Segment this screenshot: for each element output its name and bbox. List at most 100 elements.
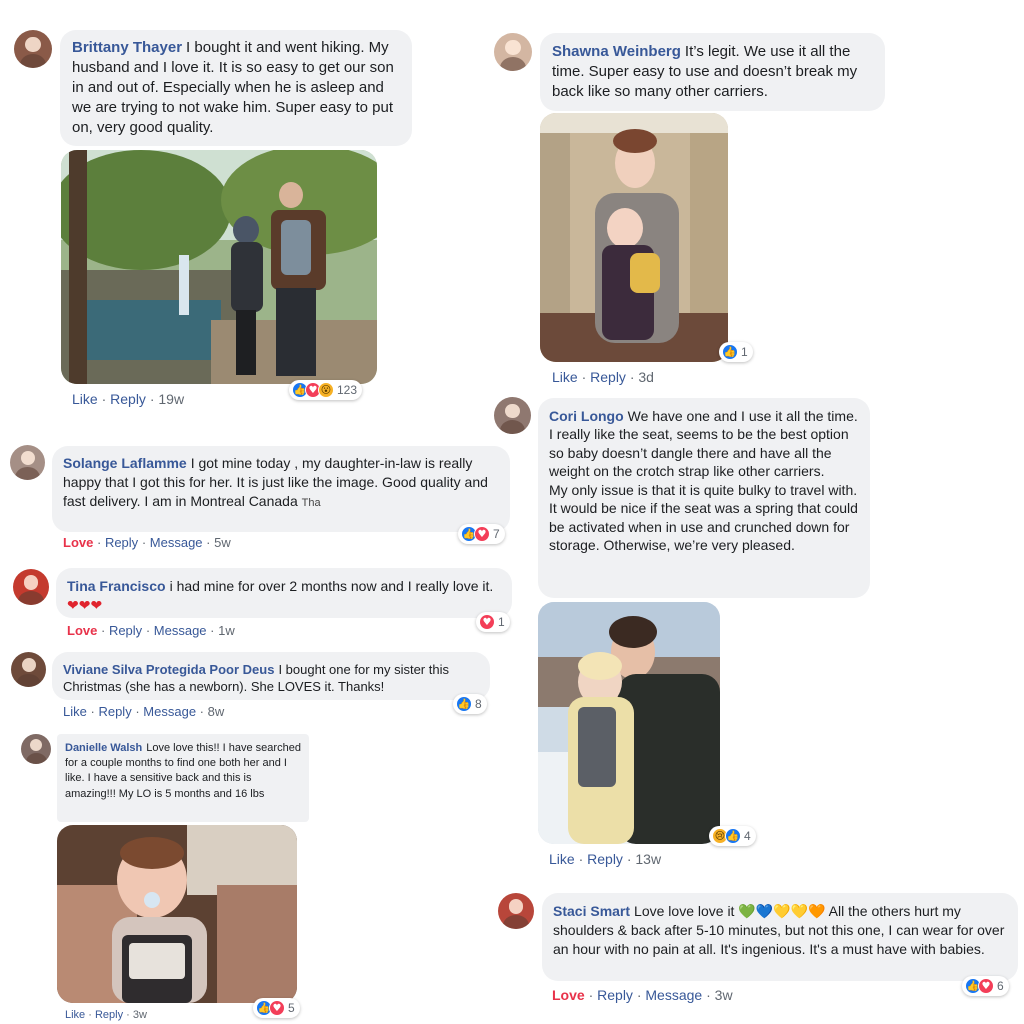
- avatar[interactable]: [13, 569, 49, 605]
- couple-hiking-waterfall-photo[interactable]: [61, 150, 377, 384]
- message-link[interactable]: Message: [143, 704, 196, 719]
- separator: ·: [88, 1009, 92, 1021]
- comment-text: We have one and I use it all the time. I…: [549, 408, 858, 554]
- separator: ·: [149, 391, 155, 407]
- separator: ·: [141, 535, 147, 550]
- comment-author[interactable]: Staci Smart: [553, 903, 630, 919]
- separator: ·: [199, 704, 205, 719]
- timestamp[interactable]: 3d: [638, 369, 654, 385]
- like-link[interactable]: Like: [63, 704, 87, 719]
- reply-link[interactable]: Reply: [590, 369, 626, 385]
- photo-graphic: [57, 825, 297, 1003]
- timestamp[interactable]: 5w: [214, 535, 231, 550]
- comment-actions: Love · Reply · Message · 5w: [63, 535, 231, 550]
- message-link[interactable]: Message: [645, 987, 702, 1003]
- comment-author[interactable]: Shawna Weinberg: [552, 43, 681, 60]
- comment-actions: Like · Reply · 3d: [552, 369, 654, 385]
- reaction-count: 5: [288, 1001, 295, 1015]
- avatar[interactable]: [10, 445, 45, 480]
- baby-with-pacifier-in-carrier-photo[interactable]: [57, 825, 297, 1003]
- separator: ·: [629, 369, 635, 385]
- reply-link[interactable]: Reply: [109, 623, 142, 638]
- comment-actions: Like · Reply · 13w: [549, 851, 661, 867]
- love-icon: ♥: [269, 1000, 285, 1016]
- comment-bubble: Solange Laflamme I got mine today , my da…: [52, 446, 510, 532]
- timestamp[interactable]: 3w: [715, 987, 733, 1003]
- separator: ·: [636, 987, 642, 1003]
- heart-emoji: 💚💙💛💛🧡: [738, 904, 826, 920]
- like-link[interactable]: Like: [552, 369, 578, 385]
- comment-viviane-silva: Viviane Silva Protegida Poor Deus I bough…: [0, 650, 520, 725]
- truncated-text: Tha: [301, 496, 321, 509]
- comment-author[interactable]: Solange Laflamme: [63, 455, 187, 471]
- photo-graphic: [540, 113, 728, 362]
- avatar[interactable]: [498, 893, 534, 929]
- comment-bubble: Shawna Weinberg It’s legit. We use it all…: [540, 33, 885, 112]
- avatar[interactable]: [494, 397, 531, 434]
- separator: ·: [206, 535, 211, 550]
- reaction-summary[interactable]: 😢 👍 4: [709, 826, 756, 846]
- like-link[interactable]: Like: [72, 391, 98, 407]
- reaction-count: 1: [741, 345, 748, 359]
- comment-staci-smart: Staci Smart Love love love it 💚💙💛💛🧡 All t…: [480, 890, 1024, 1020]
- comment-actions: Love · Reply · Message · 3w: [552, 987, 733, 1003]
- like-link[interactable]: Like: [65, 1009, 85, 1021]
- message-link[interactable]: Message: [150, 535, 203, 550]
- avatar[interactable]: [14, 30, 52, 68]
- love-link[interactable]: Love: [67, 623, 97, 638]
- comment-author[interactable]: Danielle Walsh: [65, 742, 142, 754]
- separator: ·: [100, 623, 106, 638]
- reaction-count: 6: [997, 979, 1004, 993]
- like-icon: 👍: [722, 344, 738, 360]
- reaction-count: 123: [337, 383, 358, 397]
- reaction-summary[interactable]: 👍 1: [719, 342, 753, 362]
- comment-bubble: Cori Longo We have one and I use it all t…: [538, 398, 870, 598]
- reply-link[interactable]: Reply: [105, 535, 138, 550]
- like-link[interactable]: Like: [549, 851, 575, 867]
- comment-author[interactable]: Viviane Silva Protegida Poor Deus: [63, 662, 274, 677]
- reply-link[interactable]: Reply: [597, 987, 633, 1003]
- comment-actions: Love · Reply · Message · 1w: [67, 623, 235, 638]
- mother-baby-snow-photo[interactable]: [538, 602, 720, 844]
- separator: ·: [145, 623, 151, 638]
- avatar[interactable]: [494, 33, 532, 71]
- reaction-summary[interactable]: 👍 ♥ 6: [962, 976, 1009, 996]
- separator: ·: [90, 704, 95, 719]
- reaction-summary[interactable]: 👍 ♥ 5: [253, 998, 300, 1018]
- timestamp[interactable]: 13w: [635, 851, 661, 867]
- separator: ·: [210, 623, 215, 638]
- reply-link[interactable]: Reply: [587, 851, 623, 867]
- comment-danielle-walsh: Danielle Walsh Love love this!! I have se…: [0, 730, 320, 1024]
- reaction-count: 4: [744, 829, 751, 843]
- timestamp[interactable]: 3w: [133, 1009, 147, 1021]
- avatar[interactable]: [21, 734, 51, 764]
- comment-text: Love love love it: [634, 903, 735, 919]
- comment-author[interactable]: Cori Longo: [549, 408, 624, 424]
- photo-graphic: [538, 602, 720, 844]
- mother-baby-hallway-photo[interactable]: [540, 113, 728, 362]
- reply-link[interactable]: Reply: [98, 704, 131, 719]
- photo-graphic: [61, 150, 377, 384]
- message-link[interactable]: Message: [154, 623, 207, 638]
- comment-author[interactable]: Brittany Thayer: [72, 39, 182, 56]
- timestamp[interactable]: 8w: [208, 704, 225, 719]
- comment-bubble: Tina Francisco i had mine for over 2 mont…: [56, 568, 512, 618]
- separator: ·: [578, 851, 584, 867]
- love-link[interactable]: Love: [63, 535, 93, 550]
- comment-cori-longo: Cori Longo We have one and I use it all t…: [480, 395, 890, 870]
- reply-link[interactable]: Reply: [110, 391, 146, 407]
- avatar[interactable]: [11, 652, 46, 687]
- timestamp[interactable]: 1w: [218, 623, 235, 638]
- like-icon: 👍: [456, 696, 472, 712]
- comment-bubble: Brittany Thayer I bought it and went hiki…: [60, 30, 412, 147]
- separator: ·: [588, 987, 594, 1003]
- reply-link[interactable]: Reply: [95, 1009, 123, 1021]
- separator: ·: [126, 1009, 130, 1021]
- reaction-summary[interactable]: 👍 ♥ 😮 123: [289, 380, 363, 400]
- like-icon: 👍: [725, 828, 741, 844]
- love-link[interactable]: Love: [552, 987, 585, 1003]
- timestamp[interactable]: 19w: [158, 391, 184, 407]
- separator: ·: [96, 535, 102, 550]
- wow-icon: 😮: [318, 382, 334, 398]
- comment-author[interactable]: Tina Francisco: [67, 578, 166, 594]
